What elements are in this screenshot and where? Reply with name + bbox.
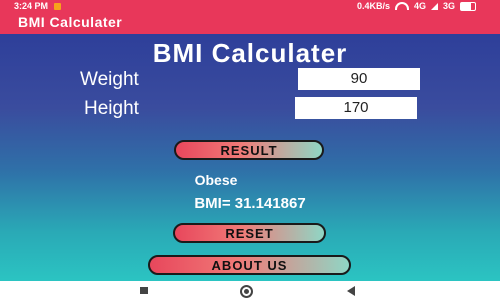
- bmi-value: BMI= 31.141867: [194, 195, 306, 212]
- battery-icon: [460, 1, 476, 11]
- result-button[interactable]: RESULT: [174, 140, 324, 160]
- status-bar: 3:24 PM 0.4KB/s 4G 3G: [0, 0, 500, 12]
- navigation-bar: [0, 281, 500, 300]
- app-bar: BMI Calculater: [0, 12, 500, 34]
- network-type-1: 4G: [413, 1, 426, 11]
- signal-icon: [430, 2, 438, 10]
- bmi-category: Obese: [194, 172, 238, 188]
- height-input[interactable]: [295, 97, 417, 119]
- network-type-2: 3G: [442, 1, 455, 11]
- reset-button[interactable]: RESET: [173, 223, 326, 243]
- home-icon[interactable]: [240, 285, 253, 298]
- weight-label: Weight: [80, 69, 139, 90]
- status-right: 0.4KB/s 4G 3G: [357, 1, 476, 11]
- page-title: BMI Calculater: [152, 38, 348, 68]
- main-content: BMI Calculater Weight Height RESULT Obes…: [0, 34, 500, 281]
- recent-apps-icon[interactable]: [140, 287, 148, 294]
- network-speed: 0.4KB/s: [356, 1, 390, 11]
- about-us-button[interactable]: ABOUT US: [148, 255, 351, 275]
- status-left: 3:24 PM: [14, 1, 62, 11]
- weight-input[interactable]: [298, 68, 420, 90]
- app-bar-title: BMI Calculater: [18, 14, 123, 30]
- height-label: Height: [84, 98, 139, 119]
- notification-icon: [54, 2, 62, 10]
- wifi-icon: [394, 2, 409, 10]
- status-time: 3:24 PM: [14, 1, 49, 11]
- back-icon[interactable]: [347, 286, 355, 296]
